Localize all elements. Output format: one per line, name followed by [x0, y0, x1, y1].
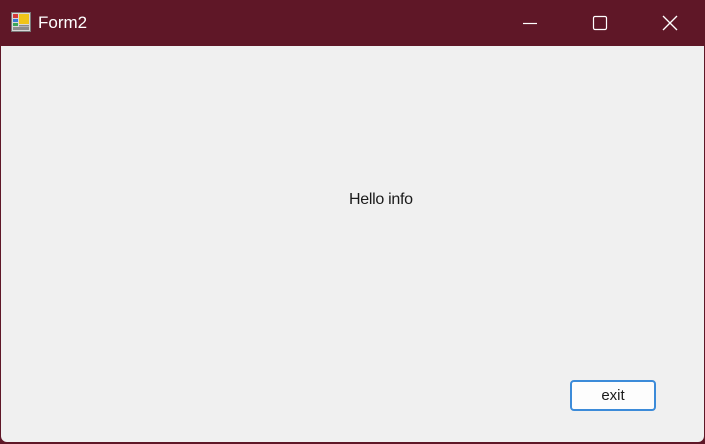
minimize-button[interactable] — [495, 0, 565, 45]
maximize-icon — [592, 15, 608, 30]
title-bar[interactable]: Form2 — [0, 0, 705, 45]
minimize-icon — [523, 22, 537, 24]
winforms-app-icon — [11, 12, 31, 32]
close-icon — [662, 15, 678, 30]
app-window: Form2 Hello info exit — [0, 0, 705, 444]
hello-label: Hello info — [349, 191, 413, 208]
close-button[interactable] — [635, 0, 705, 45]
window-title: Form2 — [38, 13, 88, 32]
form-client-area: Hello info exit — [1, 46, 704, 442]
exit-button[interactable]: exit — [570, 380, 656, 411]
maximize-button[interactable] — [565, 0, 635, 45]
